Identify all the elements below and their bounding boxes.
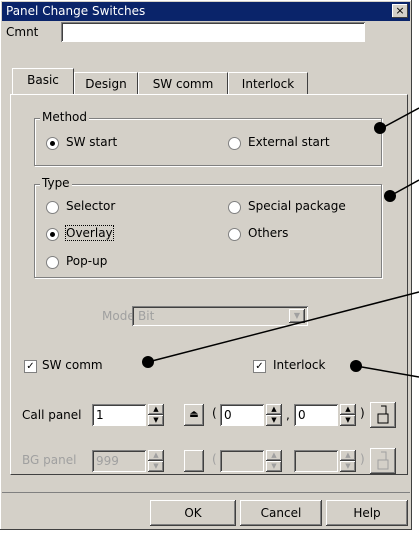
callout-overlay bbox=[147, 107, 419, 378]
callout-line bbox=[381, 107, 419, 129]
callout-dot bbox=[142, 356, 154, 368]
callout-line bbox=[147, 291, 419, 363]
callout-dot bbox=[384, 190, 396, 202]
callout-dot bbox=[350, 360, 362, 372]
callout-dot bbox=[374, 122, 386, 134]
callout-line bbox=[355, 365, 419, 378]
